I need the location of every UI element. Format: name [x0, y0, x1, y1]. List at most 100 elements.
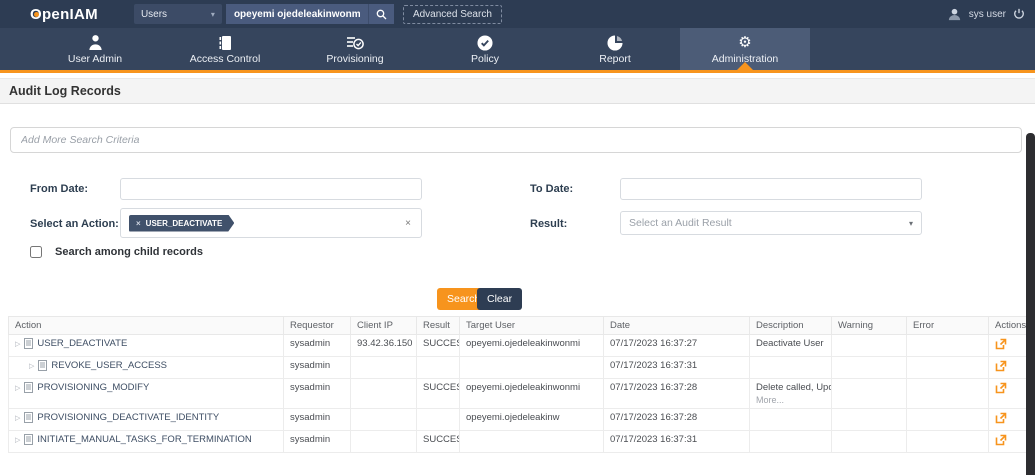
date-cell: 07/17/2023 16:37:28	[604, 379, 750, 409]
nav-label: User Admin	[68, 53, 122, 65]
nav-item-report[interactable]: Report	[550, 28, 680, 70]
remove-tag-icon[interactable]: ×	[136, 219, 141, 228]
search-scope-select[interactable]: Users ▾	[134, 4, 222, 24]
log-document-icon	[38, 360, 47, 371]
search-scope-value: Users	[141, 9, 167, 20]
openiam-app: OpenIAM Users ▾ Advanced Search sys user	[0, 0, 1035, 475]
access-control-book-icon	[217, 34, 233, 52]
col-description[interactable]: Description	[750, 317, 832, 335]
client-ip-cell	[351, 431, 417, 453]
col-client-ip[interactable]: Client IP	[351, 317, 417, 335]
description-cell	[750, 431, 832, 453]
clear-button[interactable]: Clear	[477, 288, 522, 310]
date-cell: 07/17/2023 16:37:31	[604, 431, 750, 453]
child-records-checkbox[interactable]	[30, 246, 42, 258]
global-search-button[interactable]	[368, 4, 394, 24]
error-cell	[907, 431, 989, 453]
action-cell-label[interactable]: REVOKE_USER_ACCESS	[51, 360, 167, 371]
select-action-label: Select an Action:	[30, 218, 119, 230]
nav-item-user-admin[interactable]: User Admin	[30, 28, 160, 70]
col-target-user[interactable]: Target User	[460, 317, 604, 335]
expand-row-icon[interactable]: ▷	[15, 436, 20, 444]
action-tag-label: USER_DEACTIVATE	[146, 219, 223, 228]
chevron-down-icon: ▾	[211, 10, 215, 19]
client-ip-cell: 93.42.36.150	[351, 335, 417, 357]
nav-label: Policy	[471, 53, 499, 65]
col-actions[interactable]: Actions	[989, 317, 1028, 335]
action-cell-label[interactable]: USER_DEACTIVATE	[37, 338, 127, 349]
client-ip-cell	[351, 357, 417, 379]
open-record-icon[interactable]	[995, 360, 1007, 375]
target-user-cell	[460, 357, 604, 379]
table-header-row: Action Requestor Client IP Result Target…	[9, 317, 1028, 335]
logout-power-icon[interactable]	[1013, 8, 1025, 20]
target-user-cell: opeyemi.ojedeleakinwonmi	[460, 379, 604, 409]
main-nav: User Admin Access Control Provisioning P…	[0, 28, 1035, 73]
openiam-logo[interactable]: OpenIAM	[30, 6, 98, 23]
to-date-input[interactable]	[620, 178, 922, 200]
log-document-icon	[24, 338, 33, 349]
action-cell-label[interactable]: PROVISIONING_DEACTIVATE_IDENTITY	[37, 412, 219, 423]
logo-text: OpenIAM	[30, 6, 98, 23]
description-cell: Delete called, Update ...	[756, 382, 832, 393]
col-result[interactable]: Result	[417, 317, 460, 335]
clear-action-icon[interactable]: ×	[403, 218, 413, 229]
result-cell	[417, 409, 460, 431]
log-document-icon	[24, 434, 33, 445]
error-cell	[907, 379, 989, 409]
client-ip-cell	[351, 409, 417, 431]
from-date-input[interactable]	[120, 178, 422, 200]
nav-item-policy[interactable]: Policy	[420, 28, 550, 70]
nav-item-administration[interactable]: ⚙ Administration	[680, 28, 810, 70]
requestor-cell: sysadmin	[284, 379, 351, 409]
avatar[interactable]	[947, 7, 962, 22]
target-user-cell	[460, 431, 604, 453]
error-cell	[907, 335, 989, 357]
warning-cell	[832, 431, 907, 453]
advanced-search-button[interactable]: Advanced Search	[403, 5, 502, 24]
description-cell	[750, 409, 832, 431]
action-cell-label[interactable]: INITIATE_MANUAL_TASKS_FOR_TERMINATION	[37, 434, 251, 445]
more-link[interactable]: More...	[756, 395, 825, 405]
description-cell: Deactivate User	[750, 335, 832, 357]
table-row: ▷ PROVISIONING_DEACTIVATE_IDENTITY sysad…	[9, 409, 1028, 431]
chevron-down-icon: ▾	[909, 219, 913, 228]
log-document-icon	[24, 382, 33, 393]
nav-item-access-control[interactable]: Access Control	[160, 28, 290, 70]
nav-item-provisioning[interactable]: Provisioning	[290, 28, 420, 70]
open-record-icon[interactable]	[995, 412, 1007, 427]
warning-cell	[832, 335, 907, 357]
col-error[interactable]: Error	[907, 317, 989, 335]
expand-row-icon[interactable]: ▷	[29, 362, 34, 370]
description-cell	[750, 357, 832, 379]
col-action[interactable]: Action	[9, 317, 284, 335]
expand-row-icon[interactable]: ▷	[15, 414, 20, 422]
table-row: ▷ REVOKE_USER_ACCESS sysadmin 07/17/2023…	[9, 357, 1028, 379]
username-label[interactable]: sys user	[969, 9, 1006, 20]
client-ip-cell	[351, 379, 417, 409]
table-row: ▷ USER_DEACTIVATE sysadmin 93.42.36.150 …	[9, 335, 1028, 357]
open-record-icon[interactable]	[995, 382, 1007, 397]
target-user-cell: opeyemi.ojedeleakinwonmi	[460, 335, 604, 357]
date-cell: 07/17/2023 16:37:28	[604, 409, 750, 431]
result-select[interactable]: Select an Audit Result ▾	[620, 211, 922, 235]
col-date[interactable]: Date	[604, 317, 750, 335]
result-cell: SUCCESS	[417, 335, 460, 357]
date-cell: 07/17/2023 16:37:31	[604, 357, 750, 379]
expand-row-icon[interactable]: ▷	[15, 340, 20, 348]
col-requestor[interactable]: Requestor	[284, 317, 351, 335]
top-bar: OpenIAM Users ▾ Advanced Search sys user	[0, 0, 1035, 28]
col-warning[interactable]: Warning	[832, 317, 907, 335]
table-row: ▷ INITIATE_MANUAL_TASKS_FOR_TERMINATION …	[9, 431, 1028, 453]
open-record-icon[interactable]	[995, 338, 1007, 353]
open-record-icon[interactable]	[995, 434, 1007, 449]
action-multiselect[interactable]: × USER_DEACTIVATE ×	[120, 208, 422, 238]
action-cell-label[interactable]: PROVISIONING_MODIFY	[37, 382, 149, 393]
add-search-criteria-input[interactable]	[10, 127, 1022, 153]
result-select-placeholder: Select an Audit Result	[629, 217, 732, 229]
vertical-scrollbar[interactable]	[1026, 133, 1035, 475]
global-search-input[interactable]	[226, 4, 368, 24]
report-pie-chart-icon	[607, 34, 623, 52]
expand-row-icon[interactable]: ▷	[15, 384, 20, 392]
table-row: ▷ PROVISIONING_MODIFY sysadmin SUCCESS o…	[9, 379, 1028, 409]
